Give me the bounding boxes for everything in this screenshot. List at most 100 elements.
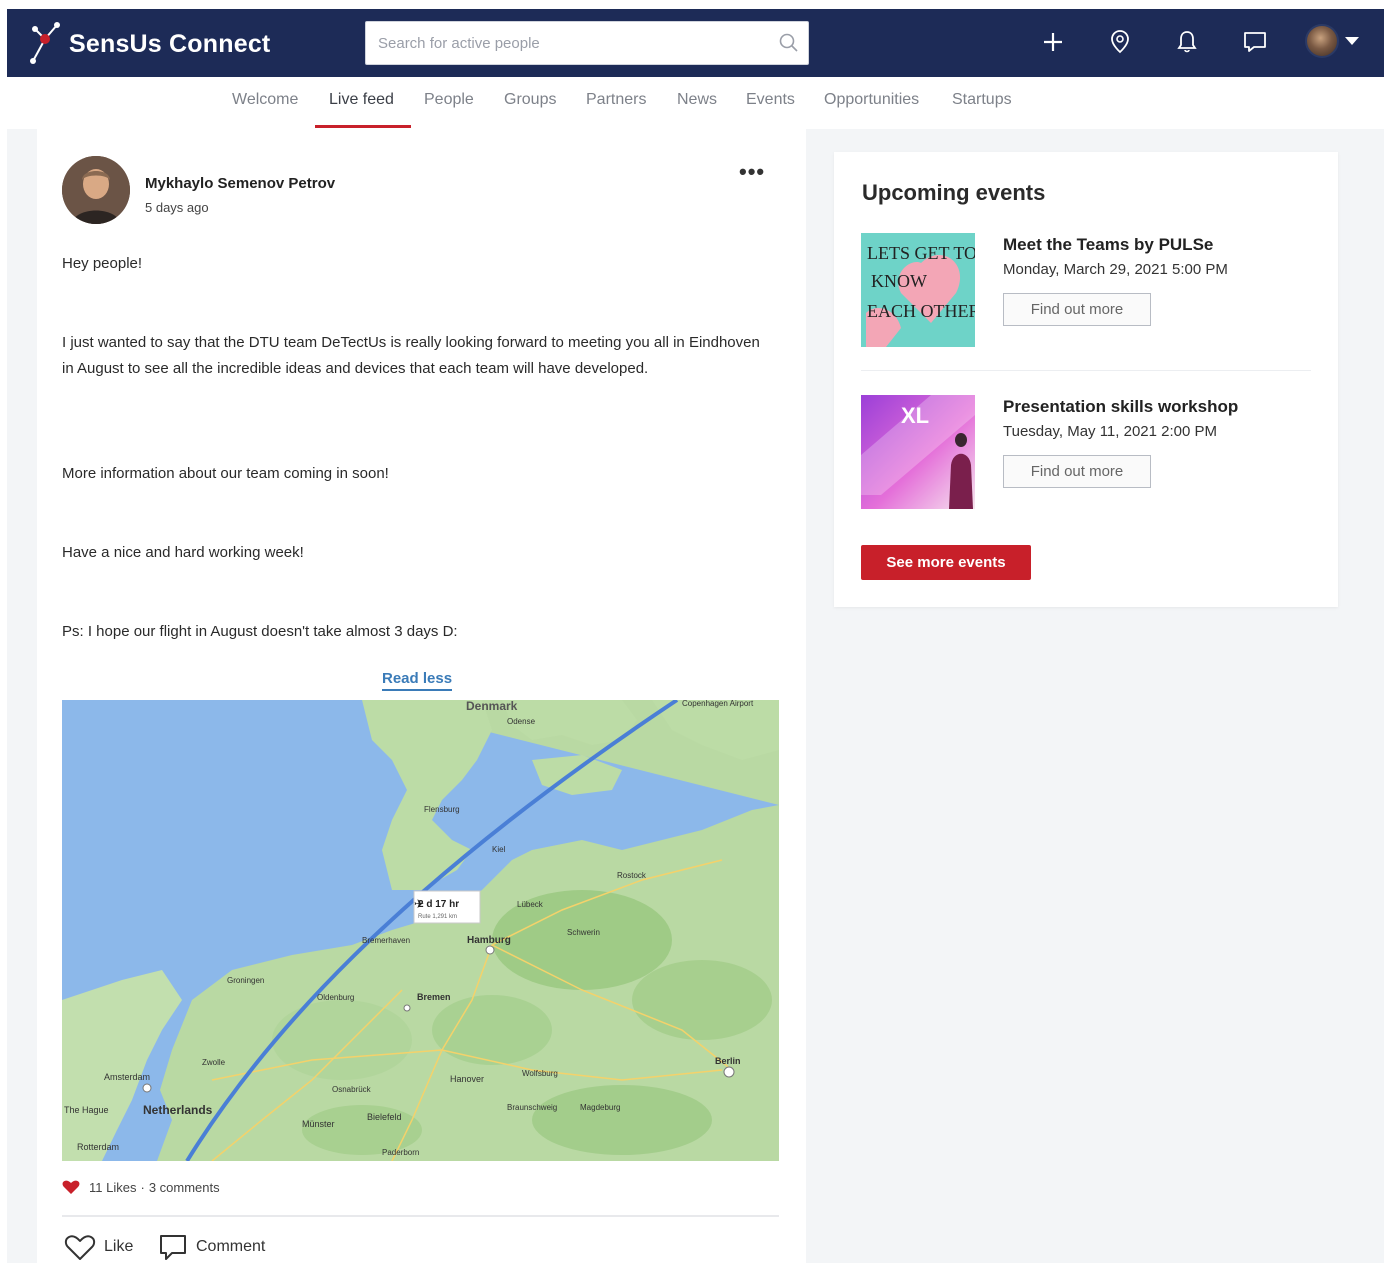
heart-outline-icon: [64, 1235, 96, 1260]
messages-button[interactable]: [1239, 26, 1271, 58]
top-bar: SensUs Connect: [7, 9, 1384, 77]
tab-events[interactable]: Events: [746, 91, 795, 109]
flight-duration-label: 2 d 17 hr: [418, 899, 459, 910]
map-label: Copenhagen Airport: [682, 700, 754, 708]
likes-count[interactable]: 11 Likes: [89, 1180, 136, 1195]
airplane-icon: ✈: [414, 897, 424, 911]
flight-route-map: 2 d 17 hr Rute 1,291 km Denmark Copenhag…: [62, 700, 779, 1161]
map-label: Hanover: [450, 1074, 484, 1084]
section-tabs: Welcome Live feed People Groups Partners…: [0, 77, 1390, 129]
comment-icon: [160, 1235, 186, 1260]
tab-startups[interactable]: Startups: [952, 91, 1012, 109]
stats-separator: ·: [140, 1179, 145, 1195]
like-button[interactable]: Like: [64, 1233, 133, 1261]
heart-icon: [62, 1180, 80, 1194]
find-out-more-button[interactable]: Find out more: [1003, 293, 1151, 326]
map-label: Bremen: [417, 992, 451, 1002]
see-more-events-button[interactable]: See more events: [861, 545, 1031, 580]
thumb-text: KNOW: [871, 271, 927, 291]
map-label: The Hague: [64, 1105, 109, 1115]
comments-count[interactable]: 3 comments: [149, 1180, 220, 1195]
event-image: LETS GET TO KNOW EACH OTHER: [861, 233, 975, 347]
events-title: Upcoming events: [862, 180, 1046, 205]
avatar: [1305, 24, 1339, 58]
map-label: Bremerhaven: [362, 936, 410, 945]
upcoming-events-panel: Upcoming events LETS GET TO KNOW EACH OT…: [834, 152, 1338, 607]
chat-icon: [1244, 32, 1266, 52]
network-logo-icon: [30, 22, 60, 64]
flight-distance-label: Rute 1,291 km: [418, 914, 457, 920]
thumb-text: EACH OTHER: [867, 301, 975, 321]
map-label: Bielefeld: [367, 1112, 402, 1122]
map-label: Wolfsburg: [522, 1069, 558, 1078]
map-label: Schwerin: [567, 928, 600, 937]
create-button[interactable]: [1037, 26, 1069, 58]
post-options-button[interactable]: •••: [739, 159, 765, 185]
divider: [861, 370, 1311, 371]
author-avatar[interactable]: [62, 156, 130, 224]
post-timestamp: 5 days ago: [145, 200, 209, 215]
map-label: Amsterdam: [104, 1072, 150, 1082]
map-label: Hamburg: [467, 935, 511, 946]
bell-icon: [1177, 31, 1197, 53]
author-photo: [62, 156, 130, 224]
tab-welcome[interactable]: Welcome: [232, 91, 298, 109]
map-label: Magdeburg: [580, 1103, 620, 1112]
map-label: Oldenburg: [317, 993, 354, 1002]
tab-groups[interactable]: Groups: [504, 91, 556, 109]
event-date: Tuesday, May 11, 2021 2:00 PM: [1003, 423, 1218, 440]
thumb-text: XL: [901, 403, 929, 428]
chevron-down-icon: [1345, 37, 1359, 45]
notifications-button[interactable]: [1171, 26, 1203, 58]
map-label: Münster: [302, 1119, 335, 1129]
feed-post: Mykhaylo Semenov Petrov 5 days ago ••• H…: [37, 129, 806, 1263]
map-label: Berlin: [715, 1056, 741, 1066]
map-label: Lübeck: [517, 900, 544, 909]
post-paragraph: I just wanted to say that the DTU team D…: [62, 334, 760, 377]
search-input[interactable]: [366, 22, 766, 64]
map-label: Netherlands: [143, 1103, 213, 1117]
tab-opportunities[interactable]: Opportunities: [824, 91, 919, 109]
map-label: Odense: [507, 717, 536, 726]
tab-news[interactable]: News: [677, 91, 717, 109]
brand-name: SensUs Connect: [69, 29, 271, 58]
post-paragraph: Have a nice and hard working week!: [62, 544, 304, 561]
post-paragraph: Ps: I hope our flight in August doesn't …: [62, 623, 458, 640]
thumb-text: LETS GET TO: [867, 243, 975, 263]
brand-logo[interactable]: SensUs Connect: [27, 17, 270, 71]
map-label: Denmark: [466, 700, 518, 713]
post-paragraph: Hey people!: [62, 255, 143, 272]
map-button[interactable]: [1104, 26, 1136, 58]
map-label: Rotterdam: [77, 1142, 119, 1152]
event-title[interactable]: Presentation skills workshop: [1003, 397, 1238, 417]
divider: [62, 1215, 779, 1217]
user-menu[interactable]: [1305, 24, 1359, 58]
comment-label: Comment: [196, 1238, 266, 1255]
post-author[interactable]: Mykhaylo Semenov Petrov: [145, 175, 335, 192]
map-label: Kiel: [492, 845, 506, 854]
event-date: Monday, March 29, 2021 5:00 PM: [1003, 261, 1228, 278]
event-title[interactable]: Meet the Teams by PULSe: [1003, 235, 1213, 255]
post-paragraph: More information about our team coming i…: [62, 465, 389, 482]
like-label: Like: [104, 1238, 134, 1255]
map-label: Flensburg: [424, 805, 460, 814]
read-less-link[interactable]: Read less: [382, 670, 453, 691]
search-icon[interactable]: [778, 32, 800, 54]
search-box: [365, 21, 809, 65]
event-thumbnail[interactable]: XL: [861, 395, 975, 509]
location-pin-icon: [1111, 30, 1129, 54]
event-image: XL: [861, 395, 975, 509]
active-tab-indicator: [315, 125, 411, 128]
tab-live-feed[interactable]: Live feed: [329, 91, 394, 109]
find-out-more-button[interactable]: Find out more: [1003, 455, 1151, 488]
comment-button[interactable]: Comment: [158, 1233, 265, 1261]
map-label: Zwolle: [202, 1058, 226, 1067]
post-map-image[interactable]: 2 d 17 hr Rute 1,291 km Denmark Copenhag…: [62, 700, 779, 1161]
tab-partners[interactable]: Partners: [586, 91, 646, 109]
plus-icon: [1044, 33, 1062, 51]
map-label: Groningen: [227, 976, 264, 985]
map-label: Osnabrück: [332, 1085, 372, 1094]
tab-people[interactable]: People: [424, 91, 474, 109]
event-thumbnail[interactable]: LETS GET TO KNOW EACH OTHER: [861, 233, 975, 347]
map-label: Paderborn: [382, 1148, 419, 1157]
